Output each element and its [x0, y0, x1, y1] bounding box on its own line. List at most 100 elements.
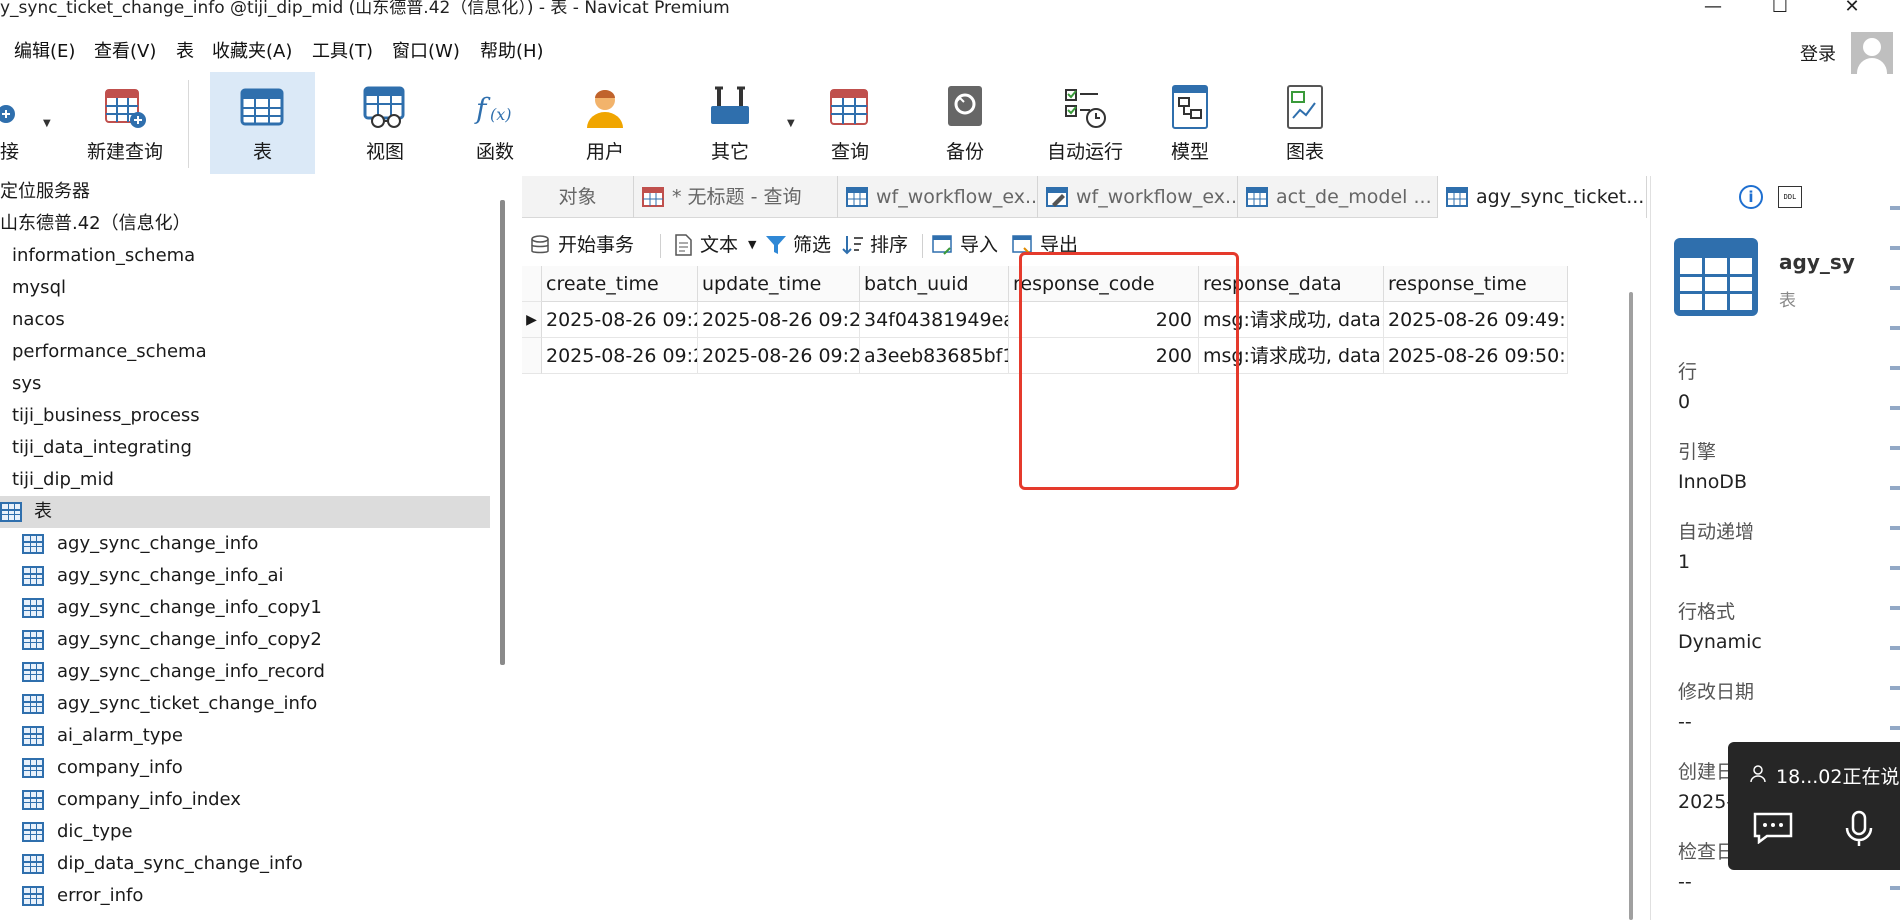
- tab-untitled-query[interactable]: * 无标题 - 查询: [634, 176, 838, 218]
- table-item[interactable]: agy_sync_change_info: [0, 528, 490, 560]
- table-item[interactable]: company_info_index: [0, 784, 490, 816]
- table-item[interactable]: agy_sync_change_info_record: [0, 656, 490, 688]
- tab-label: 对象: [558, 186, 597, 208]
- tool-model[interactable]: 模型: [1140, 72, 1240, 174]
- tables-node[interactable]: 表: [0, 496, 490, 528]
- db-node-tiji-business-process[interactable]: tiji_business_process: [0, 400, 490, 432]
- tool-others[interactable]: 其它: [680, 72, 780, 174]
- table-icon: [0, 502, 22, 522]
- table-icon: [22, 886, 44, 906]
- menu-tools[interactable]: 工具(T): [312, 40, 373, 64]
- grid-cell[interactable]: 2025-08-26 09:2: [542, 338, 698, 374]
- tab-bar: 对象 * 无标题 - 查询 wf_workflow_ex... wf_workf…: [522, 176, 1647, 218]
- tab-agy-sync-ticket[interactable]: agy_sync_ticket...: [1438, 176, 1647, 218]
- table-item[interactable]: dic_type: [0, 816, 490, 848]
- menu-table[interactable]: 表: [176, 40, 194, 64]
- db-node-tiji-data-integrating[interactable]: tiji_data_integrating: [0, 432, 490, 464]
- tool-table[interactable]: 表: [210, 72, 315, 174]
- grid-cell[interactable]: 2025-08-26 09:23: [698, 302, 860, 338]
- person-icon: [1750, 765, 1766, 783]
- menu-edit[interactable]: 编辑(E): [14, 40, 75, 64]
- db-node-nacos[interactable]: nacos: [0, 304, 490, 336]
- db-node-performance-schema[interactable]: performance_schema: [0, 336, 490, 368]
- menu-view[interactable]: 查看(V): [94, 40, 156, 64]
- db-label: tiji_dip_mid: [12, 469, 114, 490]
- table-item-label: ai_alarm_type: [57, 725, 183, 746]
- table-item[interactable]: agy_sync_change_info_copy2: [0, 624, 490, 656]
- table-icon: [22, 534, 44, 554]
- tab-wf-workflow-1[interactable]: wf_workflow_ex...: [838, 176, 1038, 218]
- tab-label: act_de_model ...: [1276, 186, 1432, 208]
- db-node-mysql[interactable]: mysql: [0, 272, 490, 304]
- table-item[interactable]: agy_sync_change_info_copy1: [0, 592, 490, 624]
- tool-view[interactable]: 视图: [335, 72, 435, 174]
- tool-automation[interactable]: 自动运行: [1030, 72, 1140, 174]
- table-item[interactable]: error_info: [0, 880, 490, 912]
- maximize-button[interactable]: ☐: [1750, 0, 1810, 18]
- tab-objects[interactable]: 对象: [522, 176, 634, 218]
- db-label: nacos: [12, 309, 65, 330]
- tool-function[interactable]: f (x) 函数: [445, 72, 545, 174]
- close-button[interactable]: ✕: [1822, 0, 1882, 18]
- row-indicator[interactable]: [522, 338, 542, 374]
- user-avatar-icon[interactable]: [1851, 32, 1893, 74]
- column-header[interactable]: batch_uuid: [860, 266, 1009, 302]
- grid-cell[interactable]: a3eeb83685bf1: [860, 338, 1009, 374]
- call-overlay[interactable]: 18...02正在说: [1728, 742, 1900, 870]
- connection-node[interactable]: 山东德普.42（信息化）: [0, 208, 490, 240]
- menu-window[interactable]: 窗口(W): [392, 40, 460, 64]
- table-item[interactable]: dip_data_sync_change_info: [0, 848, 490, 880]
- sort-icon: [842, 236, 863, 255]
- table-item[interactable]: ai_alarm_type: [0, 720, 490, 752]
- others-dropdown-icon[interactable]: ▼: [787, 118, 795, 129]
- tab-act-de-model[interactable]: act_de_model ...: [1238, 176, 1438, 218]
- connect-dropdown-icon[interactable]: ▼: [43, 118, 51, 129]
- locate-server[interactable]: 定位服务器: [0, 176, 490, 208]
- menu-help[interactable]: 帮助(H): [480, 40, 544, 64]
- grid-cell[interactable]: 2025-08-26 09:49:5: [1384, 302, 1568, 338]
- grid-cell[interactable]: 2025-08-26 09:24: [698, 338, 860, 374]
- svg-text:(x): (x): [490, 105, 512, 124]
- db-node-information-schema[interactable]: information_schema: [0, 240, 490, 272]
- table-large-icon: [1674, 238, 1758, 316]
- tool-backup[interactable]: 备份: [915, 72, 1015, 174]
- tool-chart[interactable]: 图表: [1255, 72, 1355, 174]
- tool-new-query[interactable]: 新建查询: [70, 72, 180, 174]
- minimize-button[interactable]: —: [1683, 0, 1743, 18]
- table-item[interactable]: agy_sync_change_info_ai: [0, 560, 490, 592]
- tab-wf-workflow-2[interactable]: wf_workflow_ex...: [1038, 176, 1238, 218]
- connection-label: 山东德普.42（信息化）: [0, 213, 191, 234]
- current-row-indicator-icon[interactable]: ▶: [522, 302, 542, 338]
- tool-query[interactable]: 查询: [800, 72, 900, 174]
- tables-node-label: 表: [34, 501, 52, 522]
- info-value: Dynamic: [1678, 631, 1762, 653]
- chat-icon[interactable]: [1753, 812, 1793, 844]
- tool-connect[interactable]: 接: [0, 72, 40, 174]
- grid-cell[interactable]: 2025-08-26 09:2: [542, 302, 698, 338]
- db-node-tiji-dip-mid[interactable]: tiji_dip_mid: [0, 464, 490, 496]
- db-node-sys[interactable]: sys: [0, 368, 490, 400]
- filter-label: 筛选: [793, 234, 832, 256]
- grid-cell[interactable]: 2025-08-26 09:50:1: [1384, 338, 1568, 374]
- tool-user-label: 用户: [585, 141, 624, 163]
- column-header[interactable]: create_time: [542, 266, 698, 302]
- tool-user[interactable]: 用户: [555, 72, 655, 174]
- tool-view-label: 视图: [365, 141, 404, 163]
- column-header[interactable]: update_time: [698, 266, 860, 302]
- text-dropdown-icon[interactable]: ▼: [748, 230, 756, 260]
- grid-cell[interactable]: 34f04381949ea: [860, 302, 1009, 338]
- column-header[interactable]: response_time: [1384, 266, 1568, 302]
- menu-favorites[interactable]: 收藏夹(A): [212, 40, 292, 64]
- navigator-scrollbar[interactable]: [500, 200, 505, 665]
- query-icon: [642, 187, 664, 207]
- table-item-label: agy_sync_change_info_copy2: [57, 629, 322, 650]
- grid-scrollbar[interactable]: [1629, 292, 1633, 920]
- table-item[interactable]: company_info: [0, 752, 490, 784]
- table-item-label: company_info_index: [57, 789, 241, 810]
- table-item-label: company_info: [57, 757, 183, 778]
- info-icon[interactable]: i: [1739, 185, 1763, 209]
- ddl-icon[interactable]: DDL: [1778, 186, 1802, 208]
- login-link[interactable]: 登录: [1800, 40, 1836, 66]
- table-item[interactable]: agy_sync_ticket_change_info: [0, 688, 490, 720]
- microphone-icon[interactable]: [1844, 810, 1874, 848]
